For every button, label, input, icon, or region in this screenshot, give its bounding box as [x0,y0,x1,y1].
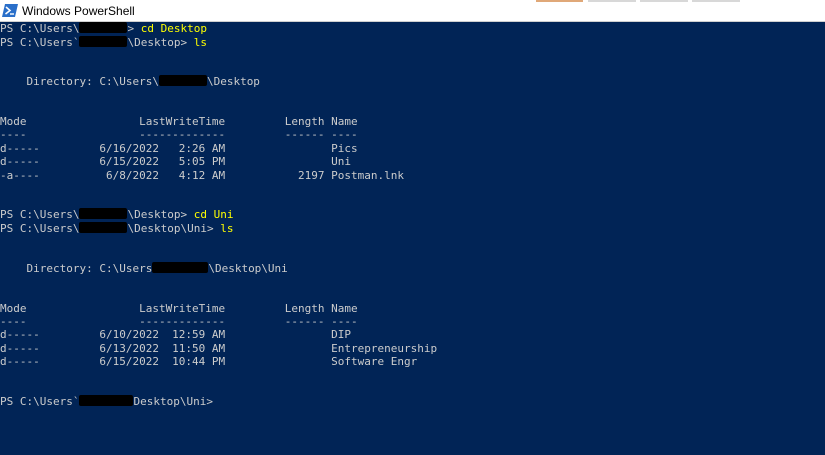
title-bar[interactable]: Windows PowerShell [0,0,825,22]
listing-row: -a---- 6/8/2022 4:12 AM 2197 Postman.lnk [0,169,404,182]
prompt-line: PS C:\Users\ \Desktop\Uni> ls [0,222,234,235]
listing-header: Mode LastWriteTime Length Name [0,302,358,315]
redacted-username [79,36,128,47]
prompt-line: PS C:\Users\ > cd Desktop [0,22,207,35]
listing-underline: ---- ------------- ------ ---- [0,128,358,141]
listing-underline: ---- ------------- ------ ---- [0,315,358,328]
command-text: cd Desktop [140,22,207,35]
prompt-line: PS C:\Users` \Desktop> ls [0,36,207,49]
minimize-button[interactable] [588,0,636,2]
maximize-button[interactable] [640,0,688,2]
command-text: cd Uni [193,208,234,221]
directory-line: Directory: C:\Users \Desktop\Uni [0,262,288,275]
redacted-username [158,75,207,86]
listing-row: d----- 6/16/2022 2:26 AM Pics [0,142,358,155]
directory-line: Directory: C:\Users\ \Desktop [0,75,260,88]
redacted-username [79,222,128,233]
redacted-username [79,22,128,33]
listing-row: d----- 6/15/2022 5:05 PM Uni [0,155,351,168]
command-text: ls [220,222,234,235]
prompt-line: PS C:\Users\ \Desktop> cd Uni [0,208,234,221]
titlebar-accent [536,0,583,2]
listing-row: d----- 6/13/2022 11:50 AM Entrepreneursh… [0,342,438,355]
redacted-username [152,262,209,273]
listing-row: d----- 6/15/2022 10:44 PM Software Engr [0,355,418,368]
terminal-output[interactable]: PS C:\Users\ > cd Desktop PS C:\Users` \De… [0,22,825,455]
redacted-username [79,208,128,219]
listing-row: d----- 6/10/2022 12:59 AM DIP [0,328,351,341]
close-button[interactable] [692,0,740,2]
redacted-username [79,395,134,406]
command-text: ls [193,36,207,49]
listing-header: Mode LastWriteTime Length Name [0,115,358,128]
window-title: Windows PowerShell [22,4,135,18]
powershell-icon [2,4,18,17]
prompt-line: PS C:\Users` Desktop\Uni> [0,395,213,408]
